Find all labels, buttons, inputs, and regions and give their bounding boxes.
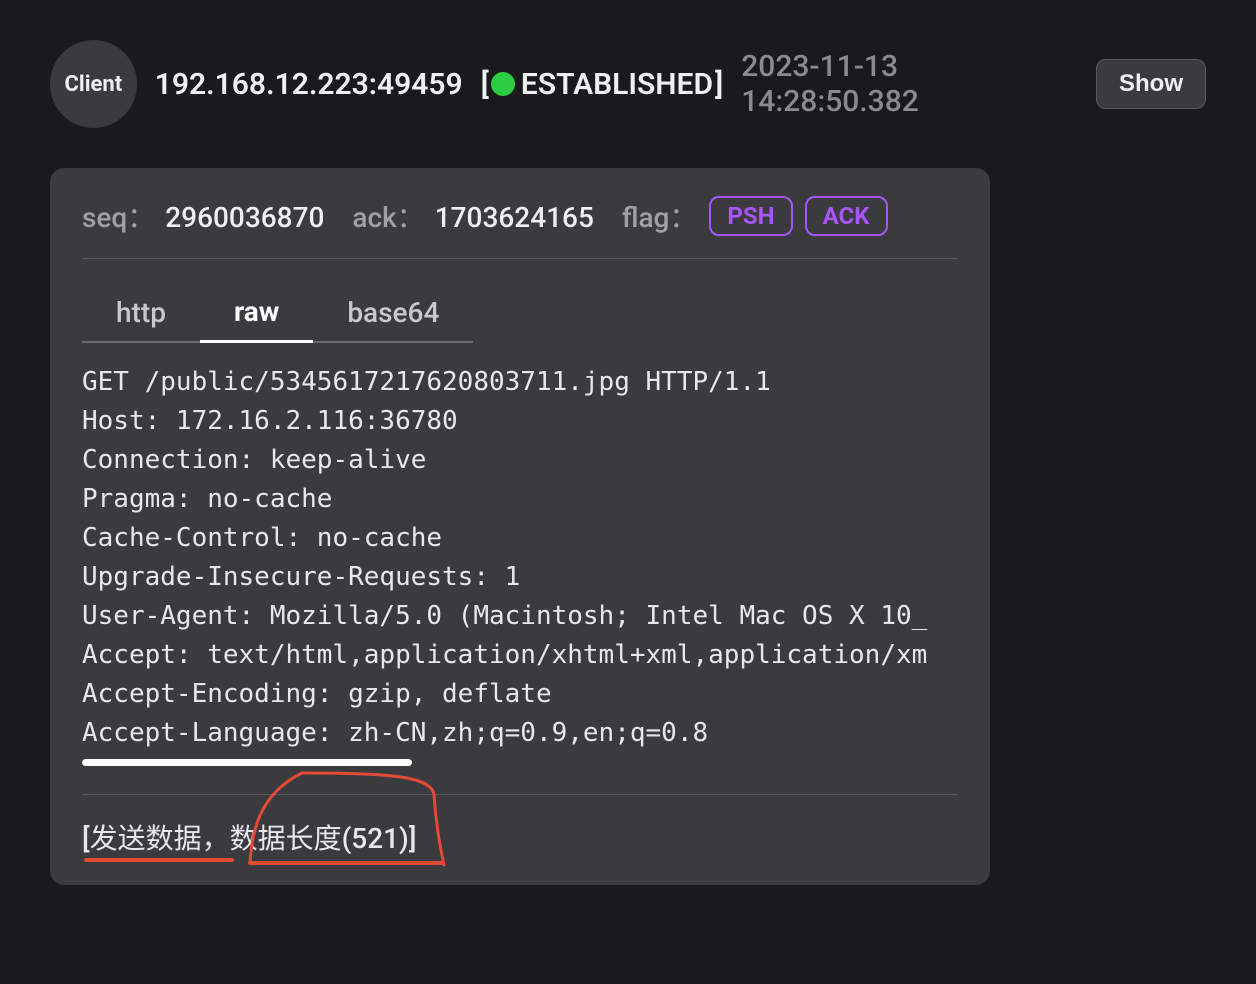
client-badge: Client xyxy=(50,40,137,128)
payload-line: Accept-Language: zh-CN,zh;q=0.9,en;q=0.8 xyxy=(82,714,958,753)
status-dot-icon xyxy=(491,72,515,96)
payload-content[interactable]: GET /public/5345617217620803711.jpg HTTP… xyxy=(82,363,958,766)
tab-http[interactable]: http xyxy=(82,288,200,343)
seq-group: seq： 2960036870 xyxy=(82,196,324,236)
payload-line: Pragma: no-cache xyxy=(82,480,958,519)
payload-tabs: http raw base64 xyxy=(82,287,958,343)
packet-panel: seq： 2960036870 ack： 1703624165 flag： PS… xyxy=(50,168,990,885)
payload-line: User-Agent: Mozilla/5.0 (Macintosh; Inte… xyxy=(82,597,958,636)
payload-line: Cache-Control: no-cache xyxy=(82,519,958,558)
payload-line: Upgrade-Insecure-Requests: 1 xyxy=(82,558,958,597)
payload-line: Host: 172.16.2.116:36780 xyxy=(82,402,958,441)
payload-line: Accept-Encoding: gzip, deflate xyxy=(82,675,958,714)
connection-status: [ESTABLISHED] xyxy=(481,67,724,102)
ack-group: ack： 1703624165 xyxy=(352,196,593,236)
divider xyxy=(82,794,958,795)
flag-badge-ack: ACK xyxy=(805,196,888,236)
tab-base64[interactable]: base64 xyxy=(313,288,473,343)
horizontal-scrollbar[interactable] xyxy=(82,759,412,766)
ack-label: ack： xyxy=(352,196,424,236)
ack-value: 1703624165 xyxy=(435,201,594,234)
payload-line: Connection: keep-alive xyxy=(82,441,958,480)
flag-badge-psh: PSH xyxy=(709,196,792,236)
timestamp: 2023-11-13 14:28:50.382 xyxy=(741,49,1078,119)
send-data-status: [发送数据，数据长度(521)] xyxy=(82,817,416,857)
status-text: ESTABLISHED xyxy=(521,67,713,102)
payload-line: GET /public/5345617217620803711.jpg HTTP… xyxy=(82,363,958,402)
flags-group: flag： PSH ACK xyxy=(622,196,888,236)
seq-label: seq： xyxy=(82,196,155,236)
client-label: Client xyxy=(64,72,122,97)
payload-line: Accept: text/html,application/xhtml+xml,… xyxy=(82,636,958,675)
tab-raw[interactable]: raw xyxy=(200,287,313,343)
client-address: 192.168.12.223:49459 xyxy=(155,67,463,102)
footer-status-wrap: [发送数据，数据长度(521)] xyxy=(82,817,416,857)
tcp-meta-row: seq： 2960036870 ack： 1703624165 flag： PS… xyxy=(82,196,958,259)
seq-value: 2960036870 xyxy=(165,201,324,234)
show-button[interactable]: Show xyxy=(1096,59,1206,109)
connection-header: Client 192.168.12.223:49459 [ESTABLISHED… xyxy=(50,40,1206,128)
flag-label: flag： xyxy=(622,196,698,236)
